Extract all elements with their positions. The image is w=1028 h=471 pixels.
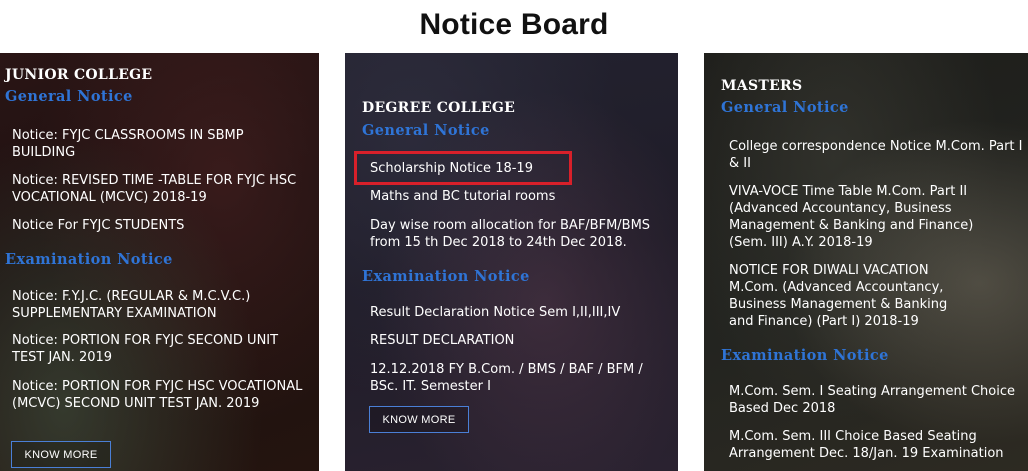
masters-examination-notice-heading: Examination Notice (721, 347, 889, 364)
junior-college-panel: JUNIOR COLLEGE General Notice Notice: FY… (0, 53, 319, 471)
degree-exam-notice-link[interactable]: 12.12.2018 FY B.Com. / BMS / BAF / BFM /… (370, 361, 670, 395)
junior-exam-notice-link[interactable]: Notice: PORTION FOR FYJC HSC VOCATIONAL … (12, 378, 307, 412)
masters-notice-link[interactable]: NOTICE FOR DIWALI VACATION M.Com. (Advan… (729, 262, 974, 330)
degree-examination-notice-heading: Examination Notice (362, 268, 530, 285)
junior-examination-notice-heading: Examination Notice (5, 251, 173, 268)
masters-general-notice-heading: General Notice (721, 99, 849, 116)
degree-exam-notice-link[interactable]: RESULT DECLARATION (370, 332, 670, 349)
page-title: Notice Board (419, 8, 609, 41)
junior-know-more-button[interactable]: KNOW MORE (11, 441, 111, 468)
masters-notice-link[interactable]: College correspondence Notice M.Com. Par… (729, 138, 1027, 172)
masters-panel: MASTERS General Notice College correspon… (704, 53, 1028, 471)
junior-notice-link[interactable]: Notice: FYJC CLASSROOMS IN SBMP BUILDING (12, 127, 302, 161)
degree-college-heading: DEGREE COLLEGE (362, 100, 516, 116)
degree-notice-link[interactable]: Day wise room allocation for BAF/BFM/BMS… (370, 217, 670, 251)
junior-notice-link[interactable]: Notice: REVISED TIME -TABLE FOR FYJC HSC… (12, 172, 302, 206)
masters-notice-link[interactable]: VIVA-VOCE Time Table M.Com. Part II (Adv… (729, 183, 974, 251)
degree-know-more-button[interactable]: KNOW MORE (369, 406, 469, 433)
masters-heading: MASTERS (721, 78, 803, 94)
junior-exam-notice-link[interactable]: Notice: PORTION FOR FYJC SECOND UNIT TES… (12, 332, 302, 366)
degree-notice-link[interactable]: Scholarship Notice 18-19 (370, 160, 570, 177)
degree-general-notice-heading: General Notice (362, 122, 490, 139)
junior-notice-link[interactable]: Notice For FYJC STUDENTS (12, 217, 302, 234)
junior-general-notice-heading: General Notice (5, 88, 133, 105)
degree-exam-notice-link[interactable]: Result Declaration Notice Sem I,II,III,I… (370, 304, 670, 321)
junior-college-heading: JUNIOR COLLEGE (5, 67, 153, 83)
masters-exam-notice-link[interactable]: M.Com. Sem. III Choice Based Seating Arr… (729, 428, 1027, 462)
degree-notice-link[interactable]: Maths and BC tutorial rooms (370, 188, 670, 205)
junior-exam-notice-link[interactable]: Notice: F.Y.J.C. (REGULAR & M.C.V.C.) SU… (12, 288, 302, 322)
degree-college-panel: DEGREE COLLEGE General Notice Scholarshi… (345, 53, 678, 471)
masters-exam-notice-link[interactable]: M.Com. Sem. I Seating Arrangement Choice… (729, 383, 1027, 417)
